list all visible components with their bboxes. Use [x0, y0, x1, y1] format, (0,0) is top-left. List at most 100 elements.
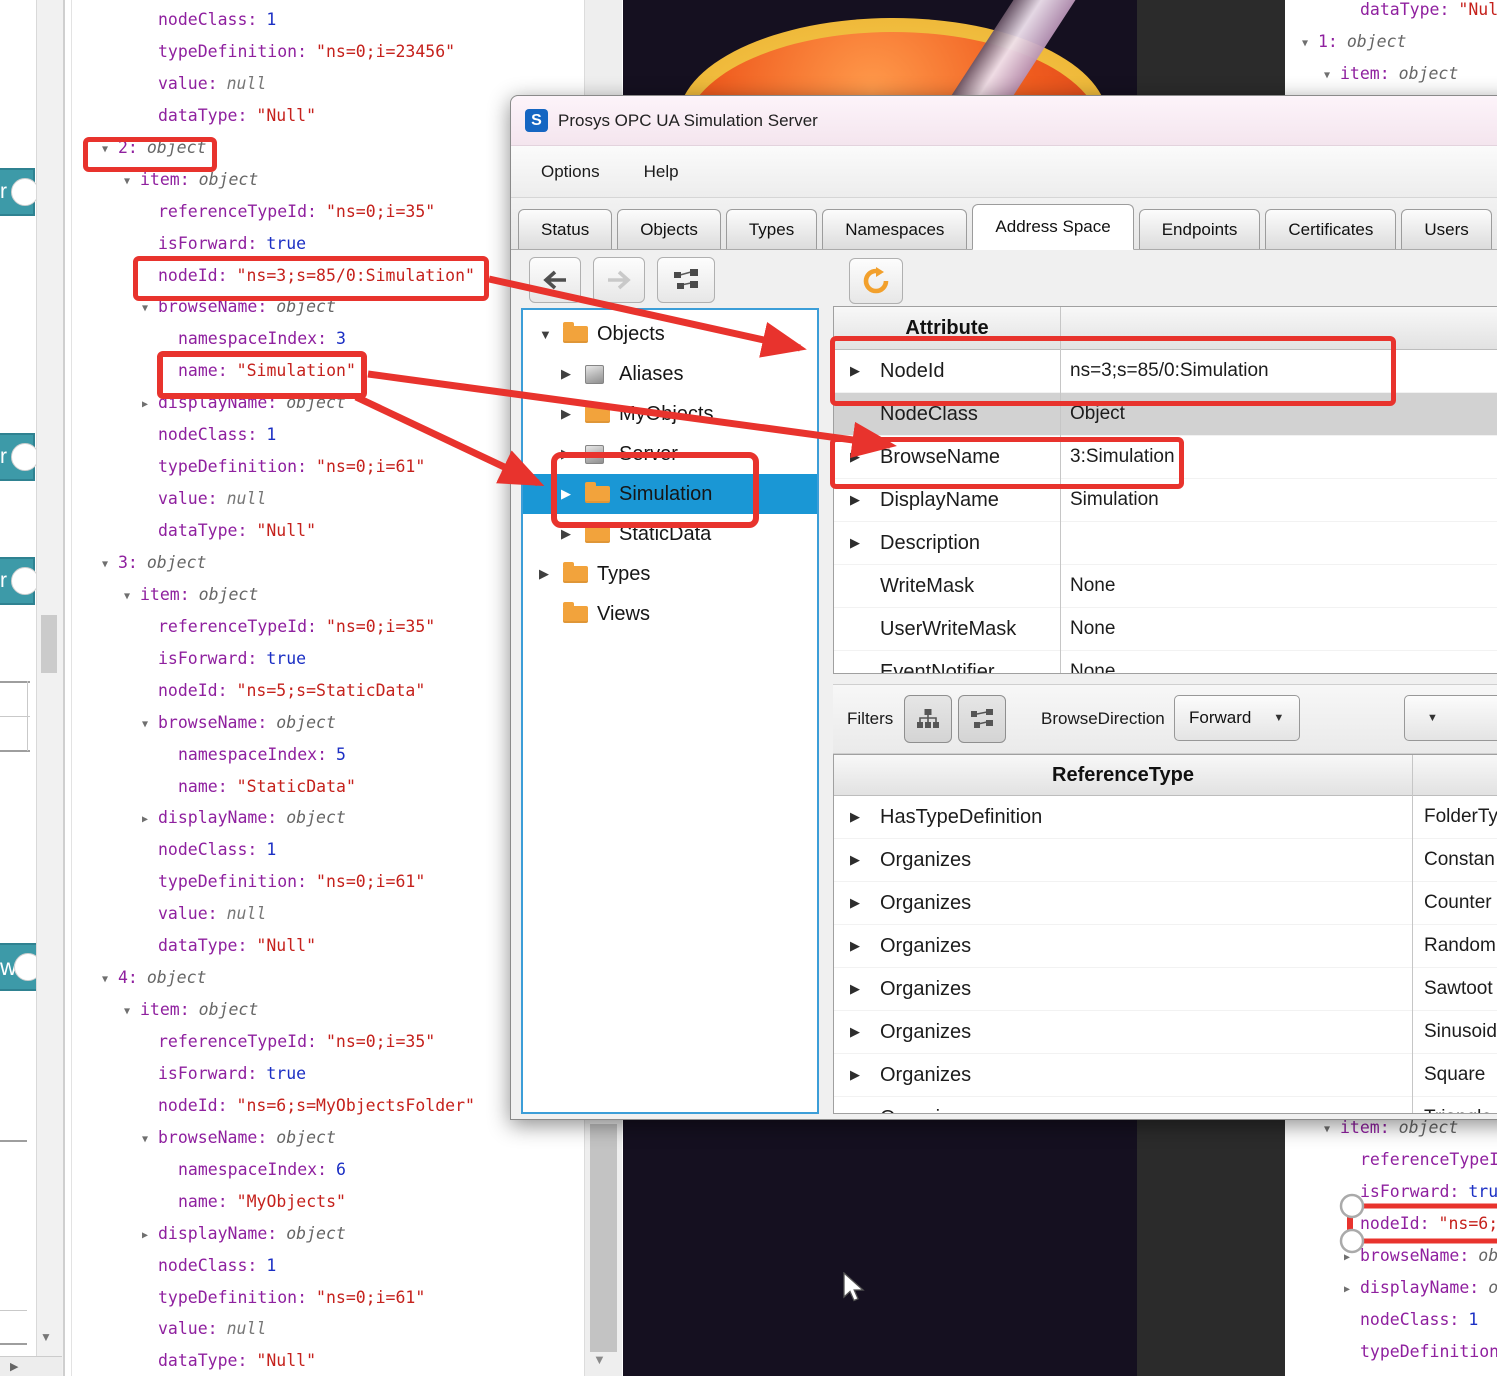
expand-arrow-icon[interactable]: ▶	[834, 492, 880, 508]
json-tree-row[interactable]: ▼browseName:object	[72, 1122, 620, 1154]
json-tree-row[interactable]: nodeClass:1	[72, 1250, 620, 1282]
reference-row[interactable]: ▶ Organizes Sawtoot	[834, 968, 1497, 1011]
tab[interactable]: Namespaces	[822, 209, 967, 249]
attribute-row[interactable]: WriteMask None	[834, 565, 1497, 608]
json-tree-row[interactable]: nodeClass:1	[1288, 1304, 1497, 1336]
tab[interactable]: Objects	[617, 209, 721, 249]
json-tree-row[interactable]: isForward:tru	[1288, 1176, 1497, 1208]
json-tree-row[interactable]: typeDefinition:"ns=0;i=23456"	[72, 36, 620, 68]
expand-arrow-icon[interactable]: ▶	[834, 938, 880, 954]
browse-direction-dropdown[interactable]: Forward ▼	[1174, 695, 1300, 741]
tab[interactable]: Endpoints	[1139, 209, 1261, 249]
json-tree-row[interactable]: nodeClass:1	[72, 4, 620, 36]
reference-row[interactable]: ▶ Organizes Constan	[834, 839, 1497, 882]
expand-arrow-icon[interactable]: ▼	[124, 996, 140, 1028]
json-tree-row[interactable]: referenceTypeI	[1288, 1144, 1497, 1176]
forward-button[interactable]	[593, 257, 645, 303]
scrollbar-thumb[interactable]	[41, 615, 57, 673]
json-tree-row[interactable]: ▶displayName:o	[1288, 1272, 1497, 1304]
menu-item[interactable]: Help	[622, 156, 701, 188]
tab[interactable]: Types	[726, 209, 817, 249]
expand-arrow-icon[interactable]: ▼	[102, 964, 118, 996]
json-tree-row[interactable]: ▶browseName:ob	[1288, 1240, 1497, 1272]
attribute-row[interactable]: UserWriteMask None	[834, 608, 1497, 651]
json-tree-row[interactable]: typeDefinition	[1288, 1336, 1497, 1368]
json-value: "ns=6;s=MyObjectsFolder"	[237, 1096, 475, 1115]
expand-arrow-icon[interactable]: ▶	[1344, 1242, 1360, 1274]
teal-button-fragment[interactable]: wse	[0, 943, 38, 991]
attribute-row[interactable]: ▶ Description	[834, 522, 1497, 565]
expand-arrow-icon[interactable]: ▶	[834, 1024, 880, 1040]
tree-node[interactable]: ▶ Types	[523, 554, 817, 594]
expand-arrow-icon[interactable]: ▼	[142, 709, 158, 741]
expand-arrow-icon[interactable]: ▶	[834, 809, 880, 825]
expand-arrow-icon[interactable]: ▶	[834, 535, 880, 551]
json-tree-row[interactable]: ▼1:object	[1288, 26, 1497, 58]
expand-arrow-icon[interactable]: ▶	[561, 526, 585, 542]
expand-arrow-icon[interactable]: ▼	[142, 1124, 158, 1156]
reference-row[interactable]: ▶ HasTypeDefinition FolderTy	[834, 796, 1497, 839]
json-tree-row[interactable]: namespaceIndex:6	[72, 1154, 620, 1186]
json-tree-row[interactable]: ▼item:object	[1288, 58, 1497, 90]
tree-node[interactable]: Views	[523, 594, 817, 634]
expand-arrow-icon[interactable]: ▼	[124, 581, 140, 613]
reference-row[interactable]: ▶ Organizes Sinusoid	[834, 1011, 1497, 1054]
expand-view-button[interactable]	[657, 257, 715, 303]
scrollbar-thumb[interactable]	[590, 1124, 617, 1352]
filters-label: Filters	[847, 709, 893, 729]
clipped-dropdown[interactable]: ▼	[1404, 695, 1497, 741]
expand-arrow-icon[interactable]: ▼	[102, 549, 118, 581]
background-vertical-scrollbar[interactable]: ▼	[36, 0, 64, 1376]
json-value: "Null"	[256, 521, 316, 540]
back-button[interactable]	[529, 257, 581, 303]
refresh-button[interactable]	[849, 258, 903, 304]
hierarchy-filter-button[interactable]	[904, 695, 952, 743]
expand-arrow-icon[interactable]: ▶	[834, 895, 880, 911]
json-tree-row[interactable]: typeDefinition:"ns=0;i=61"	[72, 1282, 620, 1314]
json-key: value:	[158, 904, 218, 923]
attribute-row[interactable]: EventNotifier None	[834, 651, 1497, 674]
expand-arrow-icon[interactable]: ▶	[539, 566, 563, 582]
expand-arrow-icon[interactable]: ▶	[561, 366, 585, 382]
expand-arrow-icon[interactable]: ▶	[561, 406, 585, 422]
scrollbar-down-arrow-icon[interactable]: ▼	[593, 1352, 606, 1367]
tab[interactable]: Users	[1401, 209, 1491, 249]
tree-node[interactable]: ▶ Aliases	[523, 354, 817, 394]
circle-badge-icon	[11, 443, 39, 471]
json-tree-row[interactable]: dataType:"Nul	[1288, 0, 1497, 26]
teal-button-fragment[interactable]: r	[0, 557, 35, 605]
reference-row[interactable]: ▶ Organizes Square	[834, 1054, 1497, 1097]
expand-arrow-icon[interactable]: ▶	[142, 1220, 158, 1252]
expand-arrow-icon[interactable]: ▶	[834, 981, 880, 997]
json-value: true	[266, 234, 306, 253]
tab[interactable]: Certificates	[1265, 209, 1396, 249]
menu-item[interactable]: Options	[519, 156, 622, 188]
expand-arrow-icon[interactable]: ▶	[834, 1110, 880, 1114]
expand-arrow-icon[interactable]: ▶	[834, 852, 880, 868]
json-tree-row[interactable]: ▶displayName:object	[72, 1218, 620, 1250]
expand-arrow-icon[interactable]: ▶	[142, 389, 158, 421]
json-tree-row[interactable]: nodeId:"ns=6;	[1288, 1208, 1497, 1240]
expand-arrow-icon[interactable]: ▼	[539, 327, 563, 342]
json-tree-row[interactable]: value:null	[72, 1313, 620, 1345]
tree-node[interactable]: ▼ Objects	[523, 314, 817, 354]
expand-arrow-icon[interactable]: ▶	[834, 1067, 880, 1083]
diagram-filter-button[interactable]	[958, 695, 1006, 743]
reference-row[interactable]: ▶ Organizes Random	[834, 925, 1497, 968]
json-tree-row[interactable]: name:"MyObjects"	[72, 1186, 620, 1218]
expand-arrow-icon[interactable]: ▶	[142, 804, 158, 836]
background-horizontal-scrollbar[interactable]: ▶	[0, 1356, 62, 1376]
scrollbar-down-arrow-icon[interactable]: ▼	[40, 1330, 52, 1344]
tree-node[interactable]: ▶ MyObjects	[523, 394, 817, 434]
reference-row[interactable]: ▶ Organizes Triangle	[834, 1097, 1497, 1114]
window-titlebar[interactable]: S Prosys OPC UA Simulation Server	[511, 96, 1497, 146]
tab[interactable]: Status	[518, 209, 612, 249]
expand-arrow-icon[interactable]: ▼	[1302, 28, 1318, 60]
reference-row[interactable]: ▶ Organizes Counter	[834, 882, 1497, 925]
teal-button-fragment[interactable]: r	[0, 433, 35, 481]
teal-button-fragment[interactable]: r	[0, 168, 35, 216]
json-tree-row[interactable]: dataType:"Null"	[72, 1345, 620, 1376]
tab[interactable]: Address Space	[972, 204, 1133, 250]
expand-arrow-icon[interactable]: ▶	[1344, 1274, 1360, 1306]
expand-arrow-icon[interactable]: ▼	[1324, 60, 1340, 92]
